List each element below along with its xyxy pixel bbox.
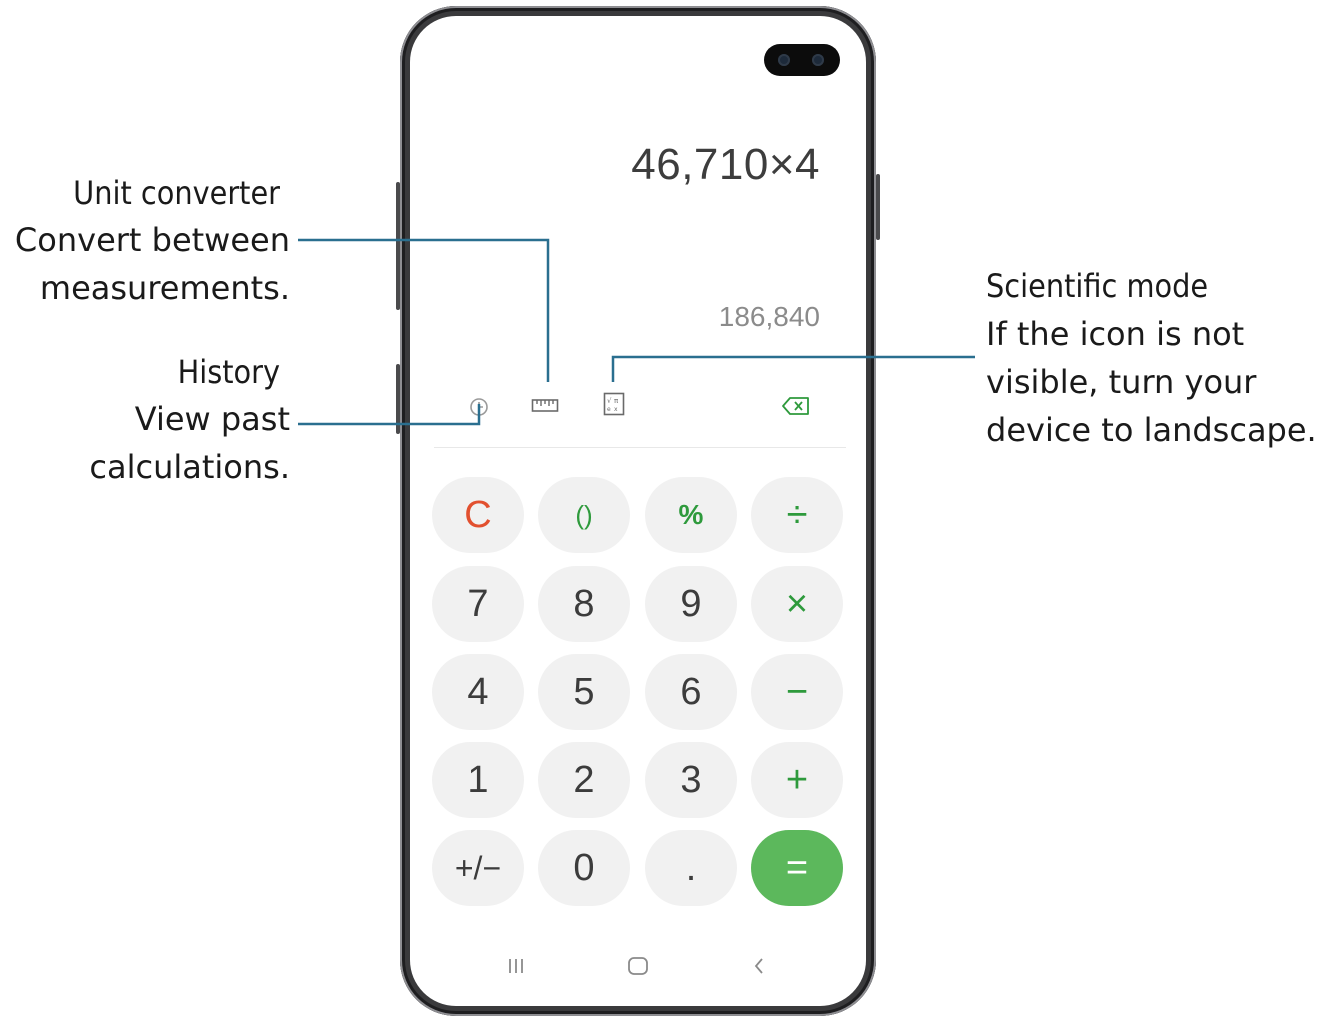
scientific-desc-line3: device to landscape. (986, 411, 1317, 449)
scientific-desc-line2: visible, turn your (986, 363, 1257, 401)
unit-converter-callout: Unit converter Convert between measureme… (0, 170, 290, 312)
history-desc-line2: calculations. (89, 448, 290, 486)
unit-converter-desc-line1: Convert between (14, 221, 290, 259)
scientific-mode-title: Scientific mode (986, 267, 1209, 305)
scientific-desc-line1: If the icon is not (986, 315, 1245, 353)
callout-lines (298, 238, 975, 426)
unit-converter-leader-line (298, 238, 550, 382)
history-desc-line1: View past (134, 400, 290, 438)
history-leader-line (298, 404, 481, 426)
unit-converter-title: Unit converter (73, 174, 280, 212)
unit-converter-desc-line2: measurements. (39, 269, 290, 307)
scientific-leader-line (611, 355, 975, 382)
scientific-mode-callout: Scientific mode If the icon is not visib… (986, 262, 1331, 454)
history-title: History (177, 353, 280, 391)
history-callout: History View past calculations. (0, 349, 290, 491)
